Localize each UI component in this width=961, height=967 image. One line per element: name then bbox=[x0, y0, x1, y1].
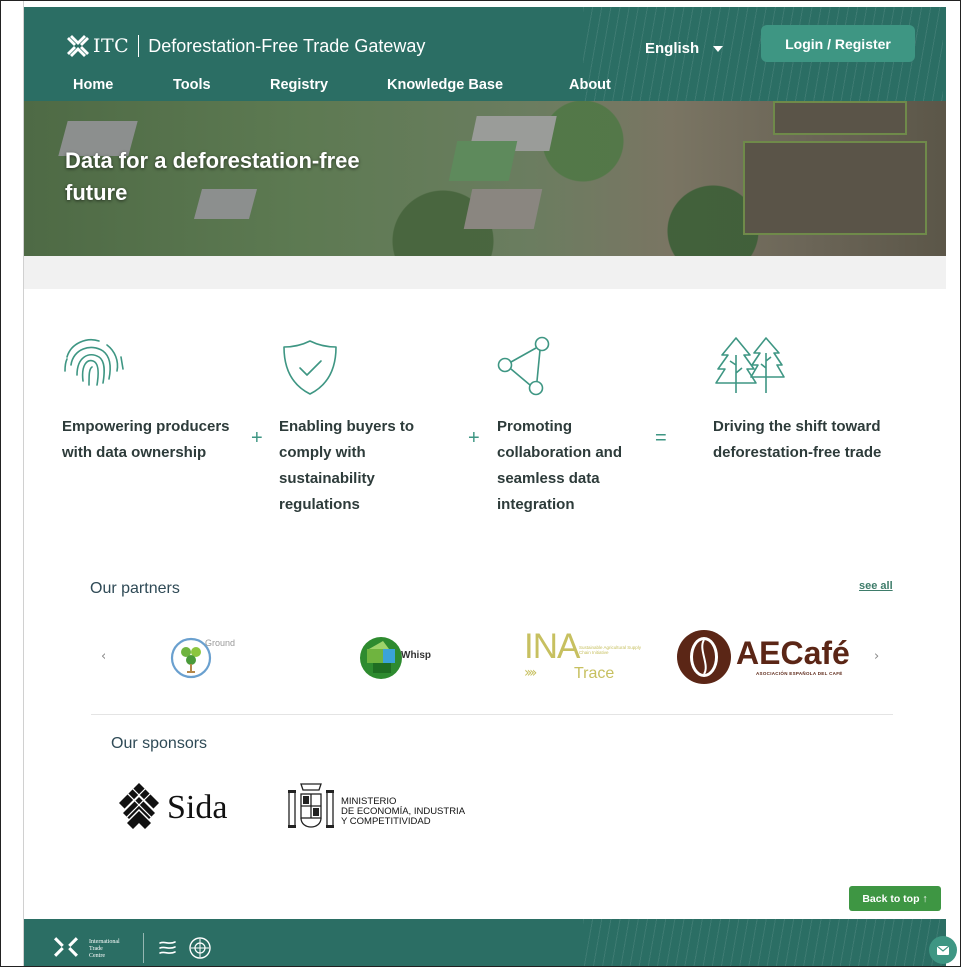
feature-collaboration: Promoting collaboration and seamless dat… bbox=[497, 418, 623, 513]
trees-icon bbox=[715, 337, 785, 393]
site-footer: International Trade Centre bbox=[23, 919, 948, 966]
footer-separator bbox=[143, 933, 144, 963]
hero-roof bbox=[463, 189, 543, 229]
sida-crown-icon bbox=[118, 783, 160, 829]
mail-icon bbox=[937, 945, 949, 955]
hero-title: Data for a deforestation-free future bbox=[65, 148, 360, 205]
hero-roof bbox=[448, 141, 518, 181]
equals-operator: = bbox=[655, 427, 667, 449]
itc-footer-logo-icon[interactable] bbox=[53, 935, 79, 959]
partner-whisp-logo[interactable]: Whisp bbox=[359, 635, 449, 681]
itc-footer-line: Centre bbox=[89, 953, 105, 959]
language-selector[interactable]: English bbox=[645, 40, 724, 57]
carousel-prev-icon[interactable]: ‹ bbox=[101, 649, 106, 664]
site-header: ITC Deforestation-Free Trade Gateway Eng… bbox=[23, 7, 948, 101]
ina-chevrons-icon: ›››› bbox=[524, 665, 538, 681]
left-window-edge bbox=[1, 1, 24, 966]
sponsors-title: Our sponsors bbox=[111, 735, 208, 752]
partner-aecafe-logo[interactable]: AECafé ASOCIACIÓN ESPAÑOLA DEL CAFÉ bbox=[676, 629, 866, 685]
sponsor-ministry-logo[interactable]: MINISTERIO DE ECONOMÍA, INDUSTRIA Y COMP… bbox=[285, 780, 485, 836]
carousel-next-icon[interactable]: › bbox=[874, 649, 879, 664]
ina-logo-subtitle: Sustainable Agricultural Supply Chain In… bbox=[579, 645, 642, 655]
itc-footer-line: Trade bbox=[89, 946, 103, 952]
language-label: English bbox=[645, 40, 700, 57]
itc-footer-text: International Trade Centre bbox=[89, 939, 120, 960]
coffee-bean-icon bbox=[677, 630, 731, 684]
nav-knowledge-base[interactable]: Knowledge Base bbox=[387, 77, 569, 93]
wto-logo-icon[interactable] bbox=[157, 939, 179, 959]
login-register-button[interactable]: Login / Register bbox=[761, 25, 915, 62]
aecafe-logo-subtitle: ASOCIACIÓN ESPAÑOLA DEL CAFÉ bbox=[756, 671, 843, 676]
feature-result: Driving the shift toward deforestation-f… bbox=[713, 418, 882, 461]
nav-registry[interactable]: Registry bbox=[270, 77, 387, 93]
spain-coat-of-arms-icon bbox=[288, 783, 334, 828]
feature-buyers: Enabling buyers to comply with sustainab… bbox=[279, 418, 415, 513]
back-to-top-button[interactable]: Back to top ↑ bbox=[849, 886, 941, 911]
itc-wordmark: ITC bbox=[93, 35, 130, 57]
feature-producers: Empowering producers with data ownership bbox=[62, 418, 230, 461]
brand-logo[interactable]: ITC Deforestation-Free Trade Gateway bbox=[67, 31, 425, 61]
chevron-down-icon bbox=[713, 45, 724, 52]
partners-title: Our partners bbox=[90, 580, 180, 597]
brand-separator bbox=[138, 35, 140, 57]
footer-pattern bbox=[583, 919, 943, 966]
nav-home[interactable]: Home bbox=[73, 77, 173, 93]
hero-bottom-strip bbox=[23, 256, 948, 289]
fingerprint-icon bbox=[64, 339, 124, 386]
contact-mail-button[interactable] bbox=[929, 936, 957, 964]
ministry-line: Y COMPETITIVIDAD bbox=[341, 816, 431, 827]
plus-operator: + bbox=[468, 427, 480, 449]
sida-logo-text: Sida bbox=[167, 789, 228, 826]
aecafe-logo-text: AECafé bbox=[736, 635, 850, 671]
nav-tools[interactable]: Tools bbox=[173, 77, 270, 93]
sponsor-sida-logo[interactable]: Sida bbox=[117, 781, 252, 836]
whisp-logo-text: Whisp bbox=[401, 650, 431, 661]
network-icon bbox=[497, 336, 550, 396]
shield-check-icon bbox=[283, 340, 337, 395]
itc-footer-line: International bbox=[89, 939, 120, 945]
nav-about[interactable]: About bbox=[569, 77, 611, 93]
right-window-edge bbox=[946, 1, 960, 966]
ground-logo-text: Ground bbox=[205, 638, 236, 648]
see-all-link[interactable]: see all bbox=[859, 580, 893, 592]
ministry-logo-text: MINISTERIO DE ECONOMÍA, INDUSTRIA Y COMP… bbox=[341, 797, 465, 827]
whisp-globe-icon bbox=[360, 637, 402, 679]
section-divider bbox=[91, 714, 893, 715]
partner-ina-trace-logo[interactable]: INA Sustainable Agricultural Supply Chai… bbox=[524, 627, 649, 687]
ina-trace-text: Trace bbox=[574, 665, 615, 682]
partner-ground-logo[interactable]: Ground bbox=[169, 636, 269, 681]
hero-field bbox=[773, 101, 907, 135]
plus-operator: + bbox=[251, 427, 263, 449]
itc-logo-icon bbox=[67, 35, 89, 57]
ina-logo-text: INA bbox=[524, 627, 580, 666]
hero-field bbox=[743, 141, 927, 235]
app-title: Deforestation-Free Trade Gateway bbox=[148, 35, 426, 56]
un-logo-icon[interactable] bbox=[189, 937, 211, 959]
main-nav: Home Tools Registry Knowledge Base About bbox=[73, 77, 611, 93]
hero-banner: Data for a deforestation-free future bbox=[23, 101, 948, 256]
browser-viewport: ITC Deforestation-Free Trade Gateway Eng… bbox=[0, 0, 961, 967]
